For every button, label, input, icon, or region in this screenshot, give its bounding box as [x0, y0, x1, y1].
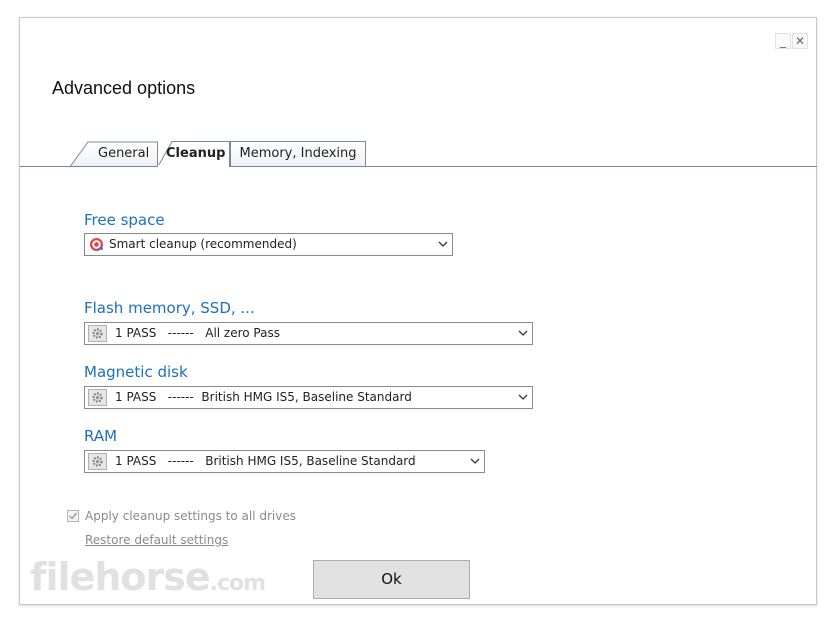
flash-memory-label: Flash memory, SSD, ... [84, 299, 255, 317]
flash-memory-select[interactable]: 1 PASS ------ All zero Pass [84, 322, 533, 345]
ram-label: RAM [84, 427, 118, 445]
gear-icon [88, 389, 107, 406]
apply-all-drives-checkbox[interactable] [67, 510, 79, 522]
free-space-select[interactable]: Smart cleanup (recommended) [84, 233, 453, 256]
watermark-suffix: .com [209, 571, 266, 596]
ram-value: 1 PASS ------ British HMG IS5, Baseline … [115, 454, 416, 468]
chevron-down-icon [470, 458, 480, 464]
free-space-value: Smart cleanup (recommended) [109, 237, 297, 251]
magnetic-disk-select[interactable]: 1 PASS ------ British HMG IS5, Baseline … [84, 386, 533, 409]
restore-defaults-link[interactable]: Restore default settings [85, 533, 228, 547]
close-button[interactable]: ✕ [792, 33, 808, 49]
dialog-title: Advanced options [52, 78, 196, 98]
filehorse-watermark: filehorse.com [30, 555, 266, 599]
tab-memory-indexing[interactable]: Memory, Indexing [230, 141, 366, 166]
watermark-text: filehorse [30, 555, 211, 599]
apply-all-drives-label: Apply cleanup settings to all drives [85, 509, 296, 523]
gear-icon [88, 325, 107, 342]
tab-cleanup-label: Cleanup [166, 146, 226, 161]
gear-icon [88, 453, 107, 470]
checkmark-icon [69, 512, 78, 520]
chevron-down-icon [518, 330, 528, 336]
ram-select[interactable]: 1 PASS ------ British HMG IS5, Baseline … [84, 450, 485, 473]
minimize-button[interactable]: _ [775, 33, 791, 49]
tab-general[interactable]: General [70, 141, 158, 166]
flash-memory-value: 1 PASS ------ All zero Pass [115, 326, 280, 340]
tab-general-label: General [98, 146, 150, 161]
chevron-down-icon [518, 394, 528, 400]
free-space-label: Free space [84, 211, 165, 229]
tab-memory-indexing-label: Memory, Indexing [239, 146, 357, 161]
ok-button[interactable]: Ok [313, 560, 470, 599]
tab-cleanup[interactable]: Cleanup [158, 141, 230, 167]
tab-strip-divider [20, 166, 817, 167]
magnetic-disk-label: Magnetic disk [84, 363, 188, 381]
target-icon [89, 237, 104, 252]
chevron-down-icon [438, 241, 448, 247]
magnetic-disk-value: 1 PASS ------ British HMG IS5, Baseline … [115, 390, 412, 404]
